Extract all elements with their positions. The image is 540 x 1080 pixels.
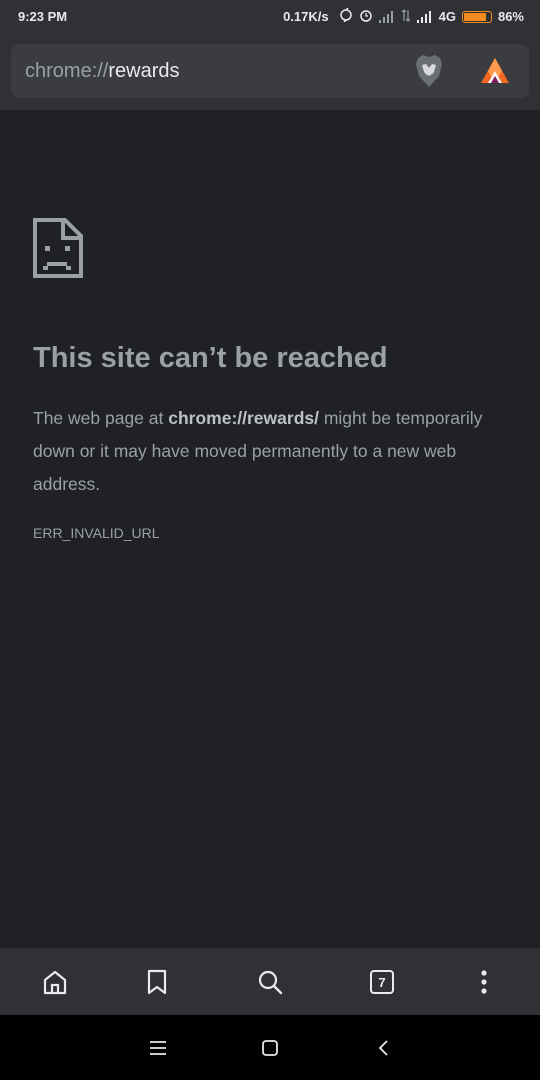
data-transfer-icon xyxy=(401,8,411,25)
error-url: chrome://rewards/ xyxy=(168,408,319,428)
more-menu-button[interactable] xyxy=(466,964,502,1000)
status-time: 9:23 PM xyxy=(18,9,68,24)
home-square-icon xyxy=(262,1040,278,1056)
bookmark-icon xyxy=(147,969,167,995)
recents-button[interactable] xyxy=(143,1033,173,1063)
error-description: The web page at chrome://rewards/ might … xyxy=(33,402,503,501)
sad-page-icon xyxy=(33,218,83,278)
url-host: rewards xyxy=(108,60,180,82)
home-icon xyxy=(43,970,67,995)
brave-lion-icon xyxy=(416,55,442,87)
signal-icon xyxy=(378,10,395,23)
brave-rewards-button[interactable] xyxy=(479,56,511,86)
url-bar[interactable]: chrome://rewards xyxy=(25,60,180,83)
status-bar: 9:23 PM 0.17K/s 4G 86% xyxy=(0,0,540,34)
error-headline: This site can’t be reached xyxy=(33,342,388,374)
signal-icon-2 xyxy=(416,10,433,23)
status-indicators: 0.17K/s 4G 86% xyxy=(283,7,524,25)
network-type: 4G xyxy=(438,9,456,24)
tab-count: 7 xyxy=(378,974,386,990)
battery-icon xyxy=(461,10,492,23)
url-scheme: chrome:// xyxy=(25,60,109,82)
more-menu-icon xyxy=(481,970,487,994)
brave-shields-button[interactable] xyxy=(413,54,445,88)
bookmark-button[interactable] xyxy=(139,964,175,1000)
omnibox[interactable]: chrome://rewards xyxy=(11,44,529,98)
alarm-icon xyxy=(359,8,373,25)
system-nav-bar xyxy=(0,1015,540,1080)
back-icon xyxy=(378,1040,388,1056)
sync-icon xyxy=(339,7,353,25)
search-button[interactable] xyxy=(252,964,288,1000)
error-text-prefix: The web page at xyxy=(33,408,169,428)
menu-icon xyxy=(150,1041,166,1055)
search-icon xyxy=(258,970,283,995)
browser-toolbar: chrome://rewards xyxy=(0,34,540,110)
bottom-toolbar: 7 xyxy=(0,948,540,1015)
tab-switcher-button[interactable]: 7 xyxy=(364,964,400,1000)
battery-percent: 86% xyxy=(497,9,524,24)
home-nav-button[interactable] xyxy=(255,1033,285,1063)
error-code: ERR_INVALID_URL xyxy=(33,525,160,541)
network-speed: 0.17K/s xyxy=(283,9,329,24)
tab-switcher-icon: 7 xyxy=(370,970,394,994)
error-page: This site can’t be reached The web page … xyxy=(0,110,540,948)
home-button[interactable] xyxy=(37,964,73,1000)
bat-rewards-icon xyxy=(481,58,509,83)
back-button[interactable] xyxy=(368,1033,398,1063)
